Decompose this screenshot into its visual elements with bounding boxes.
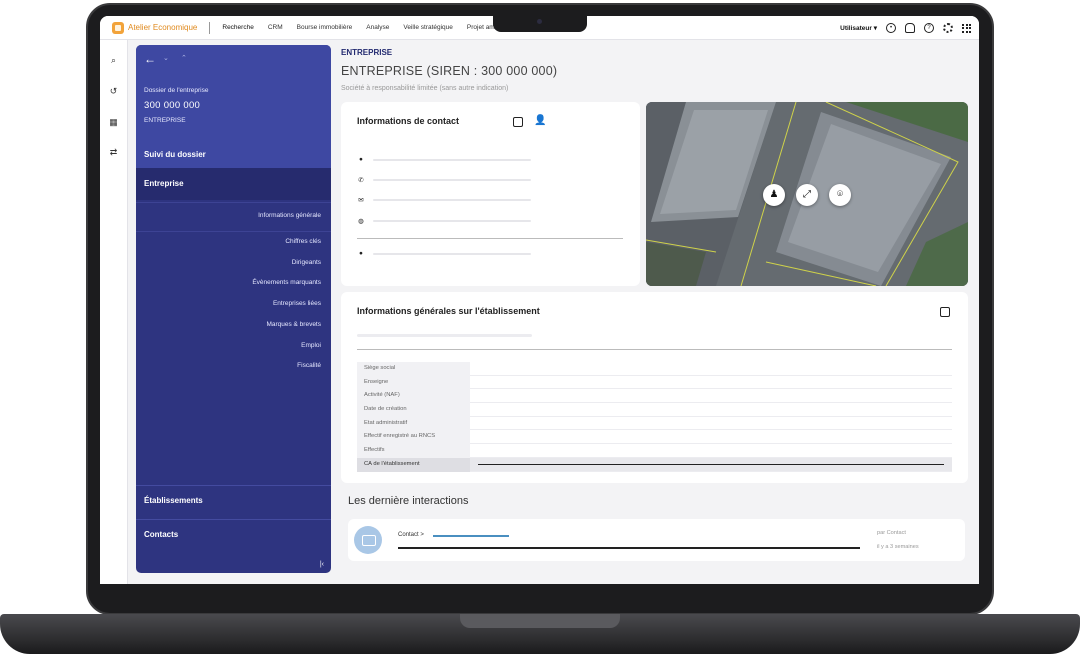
row-label: Effectif enregistré au RNCS xyxy=(357,430,470,445)
contact-person-row: ● xyxy=(357,250,531,257)
row-label: Activité (NAF) xyxy=(357,389,470,404)
interaction-time: il y a 3 semaines xyxy=(877,544,919,550)
establishment-table: Siège social Enseigne Activité (NAF) Dat… xyxy=(357,362,952,472)
page-title: ENTREPRISE (SIREN : 300 000 000) xyxy=(341,64,558,78)
table-row: Effectif enregistré au RNCS xyxy=(357,430,952,445)
establishment-card-title: Informations générales sur l'établisseme… xyxy=(357,306,540,316)
laptop-base-groove xyxy=(460,614,620,628)
globe-icon: ◍ xyxy=(358,218,364,225)
interaction-text-bar xyxy=(398,547,860,549)
row-label: Siège social xyxy=(357,362,470,376)
edit-icon[interactable] xyxy=(513,117,523,127)
table-row: Enseigne xyxy=(357,375,952,390)
table-row: Effectifs xyxy=(357,444,952,458)
person-icon: ● xyxy=(359,250,363,257)
row-label: Enseigne xyxy=(357,375,470,390)
contact-card: Informations de contact 👤 ● ✆ ✉ ◍ ● xyxy=(341,102,640,286)
table-row: Activité (NAF) xyxy=(357,389,952,404)
skeleton-line xyxy=(357,334,532,337)
mail-icon: ✉ xyxy=(358,197,364,204)
contact-divider xyxy=(357,238,623,239)
interaction-item[interactable]: Contact > par Contact il y a 3 semaines xyxy=(348,519,965,561)
interactions-title: Les dernière interactions xyxy=(348,495,469,507)
contact-website-row: ◍ xyxy=(357,217,531,225)
aerial-map[interactable]: ♟ ⤢ ⌾ xyxy=(646,102,968,286)
location-icon: ● xyxy=(359,156,363,163)
table-row: Date de création xyxy=(357,403,952,417)
page-kicker: ENTREPRISE xyxy=(341,48,393,57)
camera-notch xyxy=(493,16,587,32)
fullscreen-icon[interactable]: ⤢ xyxy=(796,184,818,206)
edit-icon[interactable] xyxy=(940,307,950,317)
add-person-icon[interactable]: 👤 xyxy=(534,115,546,126)
interaction-author: par Contact xyxy=(877,530,906,536)
row-label: Effectifs xyxy=(357,444,470,458)
table-row: Etat administratif xyxy=(357,416,952,431)
row-value-bar xyxy=(478,463,944,466)
chat-bubble-icon xyxy=(354,526,382,554)
street-view-icon[interactable]: ♟ xyxy=(763,184,785,206)
table-row: Siège social xyxy=(357,362,952,376)
establishment-card: Informations générales sur l'établisseme… xyxy=(341,292,968,483)
page-subtitle: Société à responsabilité limitée (sans a… xyxy=(341,85,509,92)
contact-phone-row: ✆ xyxy=(357,176,531,184)
row-label: Etat administratif xyxy=(357,416,470,431)
laptop-frame: Atelier Economique Recherche CRM Bourse … xyxy=(0,0,1080,658)
map-pin-icon[interactable]: ⌾ xyxy=(829,184,851,206)
contact-address-row: ● xyxy=(357,156,531,163)
row-label: Date de création xyxy=(357,403,470,417)
contact-mail-row: ✉ xyxy=(357,196,531,204)
interaction-contact-link[interactable]: Contact > xyxy=(398,532,424,538)
row-label: CA de l'établissement xyxy=(357,457,470,472)
main-content: ENTREPRISE ENTREPRISE (SIREN : 300 000 0… xyxy=(100,16,979,584)
establishment-divider xyxy=(357,349,952,350)
interaction-link-bar[interactable] xyxy=(433,535,509,537)
phone-icon: ✆ xyxy=(358,177,364,184)
table-row: CA de l'établissement xyxy=(357,457,952,472)
contact-card-title: Informations de contact xyxy=(357,116,460,126)
